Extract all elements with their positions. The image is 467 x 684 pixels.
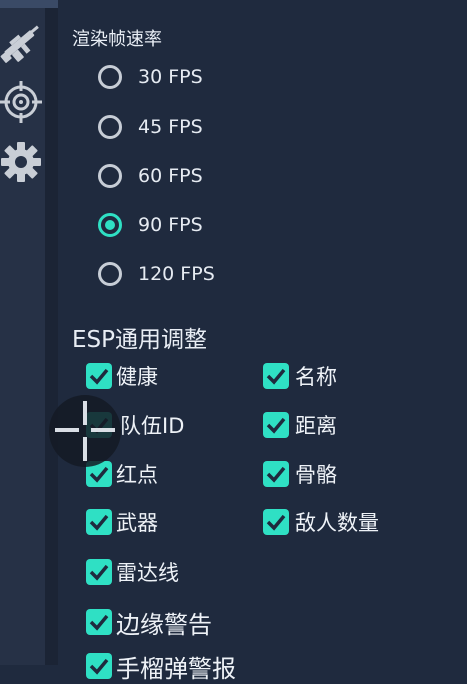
checkbox-label: 健康 xyxy=(116,365,158,389)
fps-option-45[interactable]: 45 FPS xyxy=(98,111,203,143)
checkmark-icon xyxy=(89,614,109,631)
esp-name-toggle[interactable]: 名称 xyxy=(263,360,337,392)
fps-option-30[interactable]: 30 FPS xyxy=(98,61,203,93)
fps-option-label: 45 FPS xyxy=(138,116,203,138)
checkmark-icon xyxy=(266,368,286,385)
checkbox-checked[interactable] xyxy=(86,609,112,635)
top-indicator-bar xyxy=(0,0,58,8)
checkmark-icon xyxy=(266,466,286,483)
fps-option-60[interactable]: 60 FPS xyxy=(98,160,203,192)
checkbox-checked[interactable] xyxy=(86,559,112,585)
fps-option-label: 30 FPS xyxy=(138,66,203,88)
checkbox-checked[interactable] xyxy=(263,461,289,487)
checkbox-checked[interactable] xyxy=(263,509,289,535)
radio-button-selected[interactable] xyxy=(98,213,122,237)
checkbox-label: 队伍ID xyxy=(120,414,185,438)
radio-button[interactable] xyxy=(98,164,122,188)
esp-edge-warning-toggle[interactable]: 边缘警告 xyxy=(86,606,212,639)
checkmark-icon xyxy=(89,564,109,581)
esp-section-title: ESP通用调整 xyxy=(72,327,208,353)
floating-crosshair-button[interactable] xyxy=(49,395,121,467)
sidebar-divider xyxy=(45,0,58,665)
checkbox-checked[interactable] xyxy=(86,363,112,389)
esp-health-toggle[interactable]: 健康 xyxy=(86,360,158,392)
checkbox-label: 敌人数量 xyxy=(295,511,379,535)
esp-weapon-toggle[interactable]: 武器 xyxy=(86,506,158,538)
checkbox-label: 距离 xyxy=(295,414,337,438)
checkmark-icon xyxy=(266,514,286,531)
crosshair-icon xyxy=(55,401,115,461)
target-crosshair-icon xyxy=(0,81,42,123)
sidebar-item-aim[interactable] xyxy=(0,80,45,125)
radio-button[interactable] xyxy=(98,65,122,89)
checkmark-icon xyxy=(89,658,109,675)
checkmark-icon xyxy=(266,417,286,434)
rifle-icon xyxy=(0,25,39,63)
fps-option-90[interactable]: 90 FPS xyxy=(98,209,203,241)
radio-button[interactable] xyxy=(98,262,122,286)
fps-option-label: 60 FPS xyxy=(138,165,203,187)
fps-section-title: 渲染帧速率 xyxy=(72,29,162,50)
checkbox-label: 红点 xyxy=(116,463,158,487)
checkbox-checked[interactable] xyxy=(86,509,112,535)
checkbox-label: 边缘警告 xyxy=(116,610,212,639)
checkmark-icon xyxy=(89,368,109,385)
esp-skeleton-toggle[interactable]: 骨骼 xyxy=(263,458,337,490)
fps-option-120[interactable]: 120 FPS xyxy=(98,258,215,290)
sidebar-item-weapons[interactable] xyxy=(0,16,45,63)
esp-enemy-count-toggle[interactable]: 敌人数量 xyxy=(263,506,379,538)
esp-distance-toggle[interactable]: 距离 xyxy=(263,409,337,441)
checkbox-checked[interactable] xyxy=(263,412,289,438)
radio-button[interactable] xyxy=(98,115,122,139)
esp-grenade-alert-toggle[interactable]: 手榴弹警报 xyxy=(86,650,236,683)
sidebar-item-settings[interactable] xyxy=(0,140,45,185)
gear-icon xyxy=(1,142,41,182)
checkbox-checked[interactable] xyxy=(86,653,112,679)
checkmark-icon xyxy=(89,514,109,531)
fps-option-label: 120 FPS xyxy=(138,263,215,285)
esp-radar-line-toggle[interactable]: 雷达线 xyxy=(86,556,179,588)
checkbox-label: 名称 xyxy=(295,365,337,389)
checkbox-label: 武器 xyxy=(116,511,158,535)
checkbox-checked[interactable] xyxy=(263,363,289,389)
fps-option-label: 90 FPS xyxy=(138,214,203,236)
checkbox-label: 雷达线 xyxy=(116,561,179,585)
checkbox-label: 骨骼 xyxy=(295,463,337,487)
checkbox-label: 手榴弹警报 xyxy=(116,654,236,683)
